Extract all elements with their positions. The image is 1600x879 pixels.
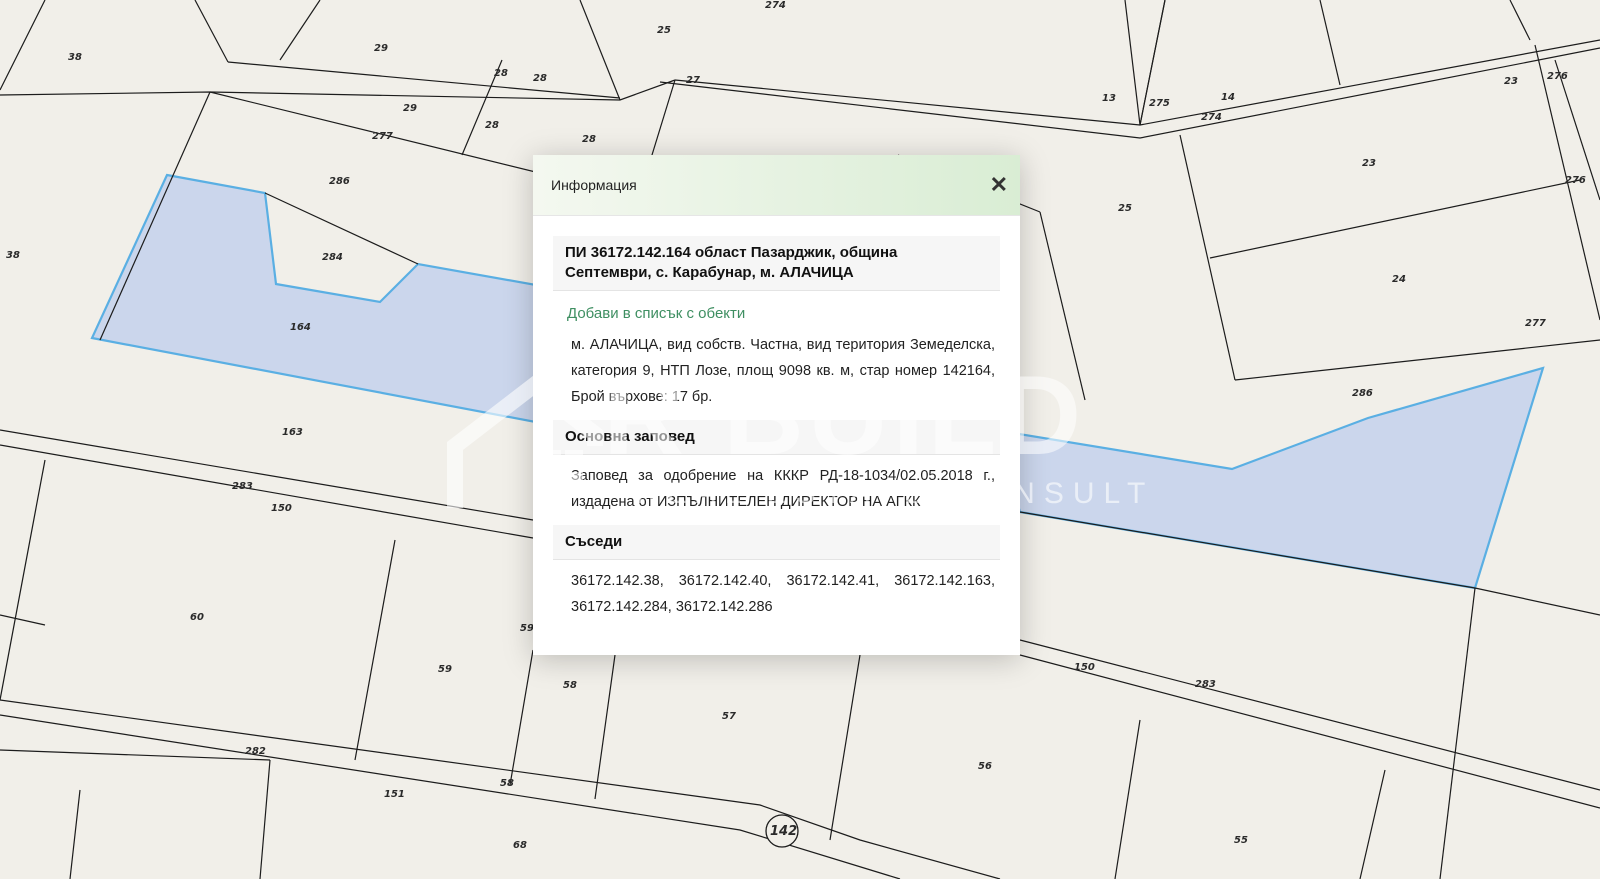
parcel-label: 13 bbox=[1102, 93, 1116, 104]
parcel-label: 24 bbox=[1392, 274, 1406, 285]
parcel-label: 282 bbox=[245, 746, 266, 757]
parcel-label: 59 bbox=[520, 623, 534, 634]
close-icon[interactable]: ✕ bbox=[990, 174, 1008, 196]
parcel-label: 164 bbox=[290, 322, 311, 333]
parcel-label: 275 bbox=[1149, 98, 1170, 109]
parcel-label: 151 bbox=[384, 789, 405, 800]
parcel-header: ПИ 36172.142.164 област Пазарджик, общин… bbox=[553, 236, 1000, 291]
block-number-label: 142 bbox=[770, 824, 797, 839]
parcel-description: м. АЛАЧИЦА, вид собств. Частна, вид тери… bbox=[571, 337, 995, 405]
selected-parcel-164-east[interactable] bbox=[993, 366, 1545, 590]
parcel-label: 29 bbox=[374, 43, 388, 54]
add-to-list-link[interactable]: Добави в списък с обекти bbox=[553, 291, 1000, 332]
parcel-label: 277 bbox=[1525, 318, 1546, 329]
parcel-label: 27 bbox=[686, 75, 700, 86]
parcel-label: 68 bbox=[513, 840, 527, 851]
parcel-label: 28 bbox=[494, 68, 508, 79]
parcel-label: 38 bbox=[68, 52, 82, 63]
parcel-label: 25 bbox=[657, 25, 671, 36]
info-popup: Информация ✕ ПИ 36172.142.164 област Паз… bbox=[533, 155, 1020, 655]
parcel-label: 38 bbox=[6, 250, 20, 261]
parcel-label: 56 bbox=[978, 761, 992, 772]
parcel-label: 277 bbox=[372, 131, 393, 142]
parcel-label: 29 bbox=[403, 103, 417, 114]
parcel-label: 274 bbox=[765, 0, 786, 11]
parcel-label: 276 bbox=[1547, 71, 1568, 82]
parcel-label: 276 bbox=[1565, 175, 1586, 186]
parcel-label: 58 bbox=[500, 778, 514, 789]
popup-body: ПИ 36172.142.164 област Пазарджик, общин… bbox=[533, 216, 1020, 630]
neighbors-text: 36172.142.38, 36172.142.40, 36172.142.41… bbox=[571, 573, 995, 615]
parcel-label: 14 bbox=[1221, 92, 1235, 103]
parcel-label: 58 bbox=[563, 680, 577, 691]
popup-title: Информация bbox=[551, 177, 637, 193]
parcel-label: 55 bbox=[1234, 835, 1248, 846]
parcel-label: 28 bbox=[485, 120, 499, 131]
parcel-label: 28 bbox=[533, 73, 547, 84]
parcel-label: 25 bbox=[1118, 203, 1132, 214]
parcel-label: 57 bbox=[722, 711, 736, 722]
parcel-label: 284 bbox=[322, 252, 343, 263]
parcel-label: 60 bbox=[190, 612, 204, 623]
parcel-label: 274 bbox=[1201, 112, 1222, 123]
neighbors-section-title: Съседи bbox=[553, 525, 1000, 560]
parcel-label: 23 bbox=[1362, 158, 1376, 169]
parcel-label: 283 bbox=[1195, 679, 1216, 690]
parcel-label: 28 bbox=[582, 134, 596, 145]
parcel-label: 150 bbox=[271, 503, 292, 514]
parcel-label: 283 bbox=[232, 481, 253, 492]
parcel-label: 23 bbox=[1504, 76, 1518, 87]
block-number-marker: 142 bbox=[765, 814, 799, 848]
order-text: Заповед за одобрение на КККР РД-18-1034/… bbox=[571, 468, 995, 510]
parcel-label: 150 bbox=[1074, 662, 1095, 673]
parcel-label: 286 bbox=[1352, 388, 1373, 399]
popup-header: Информация ✕ bbox=[533, 155, 1020, 216]
parcel-label: 59 bbox=[438, 664, 452, 675]
order-section-title: Основна заповед bbox=[553, 420, 1000, 455]
parcel-label: 286 bbox=[329, 176, 350, 187]
parcel-label: 163 bbox=[282, 427, 303, 438]
